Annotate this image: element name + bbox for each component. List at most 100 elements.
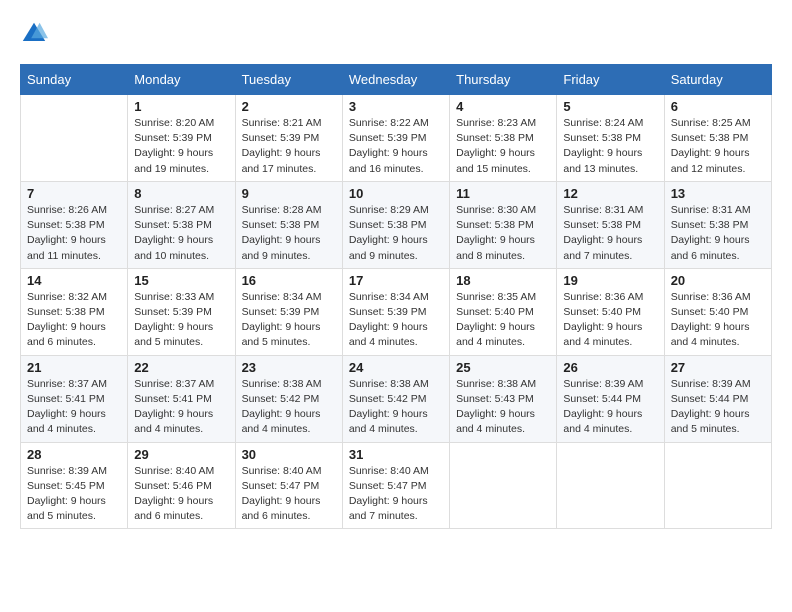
calendar-day-cell: 16 Sunrise: 8:34 AM Sunset: 5:39 PM Dayli… — [235, 268, 342, 355]
day-info: Sunrise: 8:35 AM Sunset: 5:40 PM Dayligh… — [456, 290, 550, 351]
calendar-day-cell: 11 Sunrise: 8:30 AM Sunset: 5:38 PM Dayli… — [450, 181, 557, 268]
calendar-week-row: 1 Sunrise: 8:20 AM Sunset: 5:39 PM Daylig… — [21, 95, 772, 182]
day-number: 9 — [242, 186, 336, 201]
day-number: 13 — [671, 186, 765, 201]
calendar-day-cell — [557, 442, 664, 529]
day-info: Sunrise: 8:39 AM Sunset: 5:44 PM Dayligh… — [671, 377, 765, 438]
weekday-header-cell: Sunday — [21, 65, 128, 95]
day-number: 12 — [563, 186, 657, 201]
day-number: 23 — [242, 360, 336, 375]
day-info: Sunrise: 8:37 AM Sunset: 5:41 PM Dayligh… — [27, 377, 121, 438]
calendar-week-row: 14Sunrise: 8:32 AM Sunset: 5:38 PM Dayli… — [21, 268, 772, 355]
weekday-header-cell: Monday — [128, 65, 235, 95]
calendar-day-cell: 30Sunrise: 8:40 AM Sunset: 5:47 PM Dayli… — [235, 442, 342, 529]
calendar-week-row: 7Sunrise: 8:26 AM Sunset: 5:38 PM Daylig… — [21, 181, 772, 268]
calendar-day-cell: 28Sunrise: 8:39 AM Sunset: 5:45 PM Dayli… — [21, 442, 128, 529]
calendar-day-cell: 7Sunrise: 8:26 AM Sunset: 5:38 PM Daylig… — [21, 181, 128, 268]
day-number: 5 — [563, 99, 657, 114]
day-number: 30 — [242, 447, 336, 462]
day-info: Sunrise: 8:38 AM Sunset: 5:43 PM Dayligh… — [456, 377, 550, 438]
day-number: 8 — [134, 186, 228, 201]
calendar-day-cell: 29 Sunrise: 8:40 AM Sunset: 5:46 PM Dayli… — [128, 442, 235, 529]
calendar-day-cell: 19 Sunrise: 8:36 AM Sunset: 5:40 PM Dayli… — [557, 268, 664, 355]
weekday-header-cell: Wednesday — [342, 65, 449, 95]
day-info: Sunrise: 8:38 AM Sunset: 5:42 PM Dayligh… — [242, 377, 336, 438]
day-number: 16 — [242, 273, 336, 288]
day-info: Sunrise: 8:20 AM Sunset: 5:39 PM Dayligh… — [134, 116, 228, 177]
calendar-day-cell: 21 Sunrise: 8:37 AM Sunset: 5:41 PM Dayli… — [21, 355, 128, 442]
calendar-day-cell: 26Sunrise: 8:39 AM Sunset: 5:44 PM Dayli… — [557, 355, 664, 442]
calendar-day-cell: 15 Sunrise: 8:33 AM Sunset: 5:39 PM Dayli… — [128, 268, 235, 355]
calendar-day-cell: 5Sunrise: 8:24 AM Sunset: 5:38 PM Daylig… — [557, 95, 664, 182]
day-info: Sunrise: 8:28 AM Sunset: 5:38 PM Dayligh… — [242, 203, 336, 264]
day-number: 1 — [134, 99, 228, 114]
calendar-table: SundayMondayTuesdayWednesdayThursdayFrid… — [20, 64, 772, 529]
day-info: Sunrise: 8:34 AM Sunset: 5:39 PM Dayligh… — [242, 290, 336, 351]
calendar-day-cell: 14Sunrise: 8:32 AM Sunset: 5:38 PM Dayli… — [21, 268, 128, 355]
day-number: 6 — [671, 99, 765, 114]
calendar-day-cell: 20 Sunrise: 8:36 AM Sunset: 5:40 PM Dayli… — [664, 268, 771, 355]
day-number: 15 — [134, 273, 228, 288]
day-number: 24 — [349, 360, 443, 375]
calendar-week-row: 21 Sunrise: 8:37 AM Sunset: 5:41 PM Dayli… — [21, 355, 772, 442]
day-number: 26 — [563, 360, 657, 375]
logo-icon — [20, 20, 48, 48]
page-header — [20, 20, 772, 48]
calendar-day-cell: 2Sunrise: 8:21 AM Sunset: 5:39 PM Daylig… — [235, 95, 342, 182]
day-info: Sunrise: 8:27 AM Sunset: 5:38 PM Dayligh… — [134, 203, 228, 264]
day-number: 31 — [349, 447, 443, 462]
day-info: Sunrise: 8:29 AM Sunset: 5:38 PM Dayligh… — [349, 203, 443, 264]
calendar-day-cell: 4 Sunrise: 8:23 AM Sunset: 5:38 PM Daylig… — [450, 95, 557, 182]
calendar-day-cell: 18 Sunrise: 8:35 AM Sunset: 5:40 PM Dayli… — [450, 268, 557, 355]
calendar-day-cell: 10 Sunrise: 8:29 AM Sunset: 5:38 PM Dayli… — [342, 181, 449, 268]
day-info: Sunrise: 8:31 AM Sunset: 5:38 PM Dayligh… — [671, 203, 765, 264]
day-number: 29 — [134, 447, 228, 462]
weekday-header-cell: Thursday — [450, 65, 557, 95]
day-info: Sunrise: 8:40 AM Sunset: 5:47 PM Dayligh… — [349, 464, 443, 525]
calendar-day-cell: 22Sunrise: 8:37 AM Sunset: 5:41 PM Dayli… — [128, 355, 235, 442]
day-number: 3 — [349, 99, 443, 114]
calendar-day-cell: 23 Sunrise: 8:38 AM Sunset: 5:42 PM Dayli… — [235, 355, 342, 442]
day-info: Sunrise: 8:36 AM Sunset: 5:40 PM Dayligh… — [671, 290, 765, 351]
weekday-header-cell: Tuesday — [235, 65, 342, 95]
day-number: 10 — [349, 186, 443, 201]
day-number: 25 — [456, 360, 550, 375]
day-info: Sunrise: 8:23 AM Sunset: 5:38 PM Dayligh… — [456, 116, 550, 177]
calendar-day-cell: 6 Sunrise: 8:25 AM Sunset: 5:38 PM Daylig… — [664, 95, 771, 182]
weekday-header-row: SundayMondayTuesdayWednesdayThursdayFrid… — [21, 65, 772, 95]
calendar-day-cell — [21, 95, 128, 182]
calendar-day-cell: 17Sunrise: 8:34 AM Sunset: 5:39 PM Dayli… — [342, 268, 449, 355]
day-info: Sunrise: 8:31 AM Sunset: 5:38 PM Dayligh… — [563, 203, 657, 264]
calendar-day-cell: 9 Sunrise: 8:28 AM Sunset: 5:38 PM Daylig… — [235, 181, 342, 268]
day-number: 4 — [456, 99, 550, 114]
day-info: Sunrise: 8:30 AM Sunset: 5:38 PM Dayligh… — [456, 203, 550, 264]
day-info: Sunrise: 8:26 AM Sunset: 5:38 PM Dayligh… — [27, 203, 121, 264]
calendar-day-cell: 3 Sunrise: 8:22 AM Sunset: 5:39 PM Daylig… — [342, 95, 449, 182]
calendar-day-cell: 25 Sunrise: 8:38 AM Sunset: 5:43 PM Dayli… — [450, 355, 557, 442]
day-info: Sunrise: 8:36 AM Sunset: 5:40 PM Dayligh… — [563, 290, 657, 351]
day-number: 20 — [671, 273, 765, 288]
calendar-day-cell: 1 Sunrise: 8:20 AM Sunset: 5:39 PM Daylig… — [128, 95, 235, 182]
day-info: Sunrise: 8:33 AM Sunset: 5:39 PM Dayligh… — [134, 290, 228, 351]
day-info: Sunrise: 8:39 AM Sunset: 5:45 PM Dayligh… — [27, 464, 121, 525]
calendar-body: 1 Sunrise: 8:20 AM Sunset: 5:39 PM Daylig… — [21, 95, 772, 529]
calendar-day-cell: 12 Sunrise: 8:31 AM Sunset: 5:38 PM Dayli… — [557, 181, 664, 268]
day-number: 11 — [456, 186, 550, 201]
day-number: 17 — [349, 273, 443, 288]
calendar-day-cell — [664, 442, 771, 529]
calendar-day-cell: 24 Sunrise: 8:38 AM Sunset: 5:42 PM Dayli… — [342, 355, 449, 442]
day-info: Sunrise: 8:25 AM Sunset: 5:38 PM Dayligh… — [671, 116, 765, 177]
calendar-week-row: 28Sunrise: 8:39 AM Sunset: 5:45 PM Dayli… — [21, 442, 772, 529]
calendar-day-cell: 31 Sunrise: 8:40 AM Sunset: 5:47 PM Dayli… — [342, 442, 449, 529]
day-info: Sunrise: 8:38 AM Sunset: 5:42 PM Dayligh… — [349, 377, 443, 438]
day-number: 21 — [27, 360, 121, 375]
day-info: Sunrise: 8:22 AM Sunset: 5:39 PM Dayligh… — [349, 116, 443, 177]
day-number: 22 — [134, 360, 228, 375]
calendar-day-cell — [450, 442, 557, 529]
day-info: Sunrise: 8:40 AM Sunset: 5:46 PM Dayligh… — [134, 464, 228, 525]
day-number: 18 — [456, 273, 550, 288]
day-info: Sunrise: 8:21 AM Sunset: 5:39 PM Dayligh… — [242, 116, 336, 177]
day-number: 19 — [563, 273, 657, 288]
calendar-day-cell: 13 Sunrise: 8:31 AM Sunset: 5:38 PM Dayli… — [664, 181, 771, 268]
calendar-day-cell: 27Sunrise: 8:39 AM Sunset: 5:44 PM Dayli… — [664, 355, 771, 442]
